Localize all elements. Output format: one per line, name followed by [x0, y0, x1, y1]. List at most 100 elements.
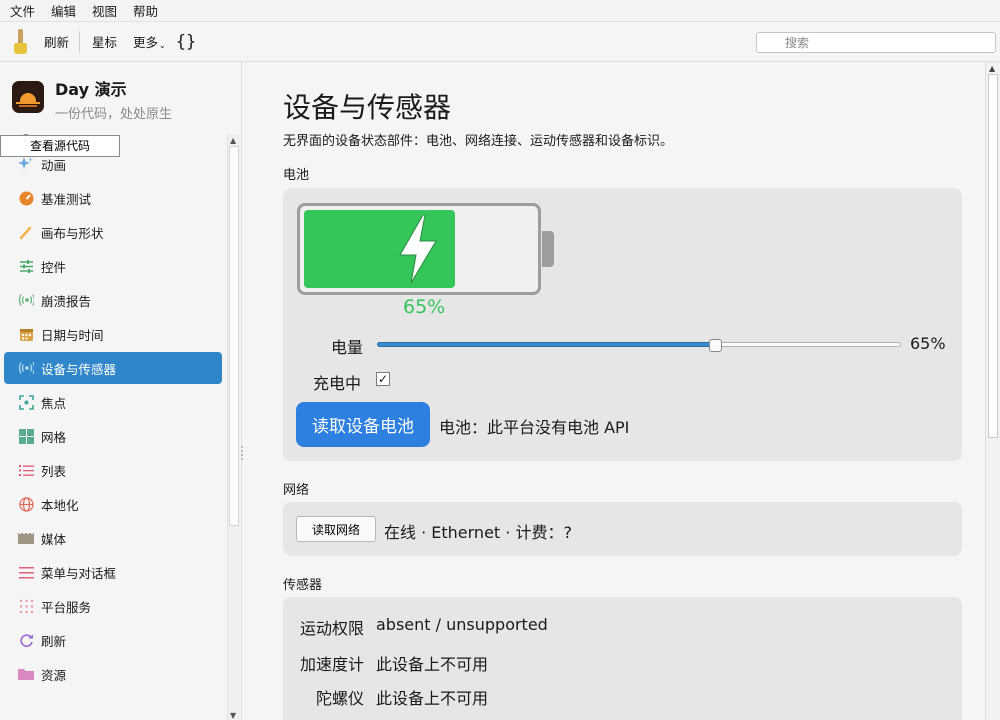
menubar: 文件 编辑 视图 帮助	[0, 0, 1000, 22]
lightning-icon	[399, 215, 437, 283]
level-slider[interactable]	[377, 339, 901, 352]
sidebar-item-label: 设备与传感器	[41, 361, 117, 377]
sidebar-item-label: 菜单与对话框	[41, 565, 117, 581]
level-value: 65%	[910, 334, 946, 353]
battery-section-label: 电池	[283, 168, 310, 183]
sidebar-scrollbar[interactable]: ▲ ▼	[227, 134, 240, 720]
charging-label: 充电中	[313, 374, 362, 393]
sidebar-item[interactable]: 崩溃报告	[4, 284, 222, 316]
sensors-card: 运动权限 absent / unsupported 加速度计 此设备上不可用 陀…	[283, 597, 962, 720]
sidebar-item[interactable]: 媒体	[4, 522, 222, 554]
sidebar-item[interactable]: 日期与时间	[4, 318, 222, 350]
sidebar-item-label: 刷新	[41, 633, 67, 649]
network-card: 读取网络 在线 · Ethernet · 计费：?	[283, 502, 962, 556]
sidebar-item[interactable]: 焦点	[4, 386, 222, 418]
star-button[interactable]: 星标	[92, 32, 133, 51]
sidebar-item[interactable]: 网格	[4, 420, 222, 452]
sidebar-item[interactable]: 列表	[4, 454, 222, 486]
brush-icon	[18, 224, 34, 240]
calendar-icon	[18, 326, 34, 342]
read-battery-button[interactable]: 读取设备电池	[296, 402, 430, 447]
view-source-button[interactable]: 查看源代码	[0, 135, 120, 157]
more-label: 更多	[133, 35, 159, 50]
sidebar-item-label: 控件	[41, 259, 67, 275]
read-network-button[interactable]: 读取网络	[296, 516, 376, 542]
sidebar-item[interactable]: 平台服务	[4, 590, 222, 622]
app-title: Day 演示	[55, 80, 127, 99]
network-status: 在线 · Ethernet · 计费：?	[384, 523, 572, 542]
grid-icon	[18, 428, 34, 444]
sidebar-item-label: 画布与形状	[41, 225, 104, 241]
sensor-value: 此设备上不可用	[376, 655, 489, 674]
folder-icon	[18, 666, 34, 682]
slider-knob[interactable]	[709, 339, 722, 352]
toolbar-separator	[79, 30, 81, 53]
menu-edit[interactable]: 编辑	[51, 1, 76, 20]
list-icon	[18, 462, 34, 478]
sidebar-item-label: 本地化	[41, 497, 79, 513]
more-button[interactable]: 更多 ⌄	[133, 32, 166, 51]
sidebar-item-label: 列表	[41, 463, 67, 479]
sidebar-nav: 动画基准测试画布与形状控件崩溃报告日期与时间设备与传感器 焦点网格列表本地化媒体菜…	[0, 134, 242, 720]
refresh-button[interactable]: 刷新	[44, 32, 79, 51]
scroll-down-icon[interactable]: ▼	[230, 711, 236, 720]
battery-status: 电池：此平台没有电池 API	[439, 418, 630, 437]
sliders-icon	[18, 258, 34, 274]
search-input[interactable]	[756, 32, 996, 53]
braces-icon[interactable]: {}	[176, 32, 196, 52]
battery-graphic	[297, 203, 541, 295]
scroll-up-icon[interactable]: ▲	[230, 136, 236, 145]
sidebar-item-label: 崩溃报告	[41, 293, 92, 309]
sensors-section-label: 传感器	[283, 578, 323, 593]
app-logo	[12, 81, 44, 113]
sensor-key: 陀螺仪	[315, 689, 364, 708]
dots-grid-icon	[18, 598, 34, 614]
sparkle-icon	[18, 156, 34, 172]
sidebar-item[interactable]: 控件	[4, 250, 222, 282]
sensor-value: absent / unsupported	[376, 615, 548, 634]
refresh-icon	[18, 632, 34, 648]
brush-icon[interactable]	[10, 28, 32, 55]
sidebar-item[interactable]: 刷新	[4, 624, 222, 656]
sidebar-item-label: 平台服务	[41, 599, 92, 615]
focus-icon	[18, 394, 34, 410]
main-scroll-thumb[interactable]	[988, 74, 998, 438]
scroll-up-icon[interactable]: ▲	[989, 64, 995, 73]
main-content: 设备与传感器 无界面的设备状态部件：电池、网络连接、运动传感器和设备标识。 电池…	[243, 62, 985, 720]
toolbar: 刷新 星标 更多 ⌄ {}	[0, 22, 1000, 62]
page-description: 无界面的设备状态部件：电池、网络连接、运动传感器和设备标识。	[283, 134, 674, 149]
menu-file[interactable]: 文件	[10, 1, 35, 20]
battery-percent: 65%	[403, 296, 446, 318]
sidebar-item[interactable]: 菜单与对话框	[4, 556, 222, 588]
sidebar-item-label: 动画	[41, 157, 67, 173]
broadcast-icon	[18, 292, 34, 308]
sidebar-item[interactable]: 本地化	[4, 488, 222, 520]
main-scrollbar[interactable]: ▲	[985, 62, 1000, 720]
sidebar-item-label: 基准测试	[41, 191, 92, 207]
globe-icon	[18, 496, 34, 512]
page-title: 设备与传感器	[283, 91, 452, 124]
sidebar-scroll-thumb[interactable]	[229, 146, 239, 526]
charging-checkbox[interactable]: ✓	[376, 372, 390, 386]
sidebar-item[interactable]: 资源	[4, 658, 222, 690]
sidebar-item-label: 焦点	[41, 395, 67, 411]
sensor-key: 加速度计	[299, 655, 364, 674]
sensor-value: 此设备上不可用	[376, 689, 489, 708]
sidebar-item[interactable]: 设备与传感器	[4, 352, 222, 384]
menu-view[interactable]: 视图	[92, 1, 117, 20]
chevron-down-icon: ⌄	[159, 41, 166, 50]
sidebar-item-label: 网格	[41, 429, 67, 445]
level-label: 电量	[331, 338, 364, 357]
menu-help[interactable]: 帮助	[133, 1, 158, 20]
sidebar-item-label: 日期与时间	[41, 327, 104, 343]
app-header: Day 演示 一份代码，处处原生	[12, 81, 172, 122]
broadcast-icon	[18, 360, 34, 376]
sidebar: Day 演示 一份代码，处处原生 查看源代码 动画基准测试画布与形状控件崩溃报告…	[0, 62, 243, 720]
media-icon	[18, 530, 34, 546]
network-section-label: 网络	[283, 483, 310, 498]
sidebar-item-label: 资源	[41, 667, 67, 683]
sidebar-item[interactable]: 画布与形状	[4, 216, 222, 248]
sidebar-item[interactable]: 基准测试	[4, 182, 222, 214]
battery-tip	[542, 231, 554, 267]
sidebar-item-label: 媒体	[41, 531, 67, 547]
